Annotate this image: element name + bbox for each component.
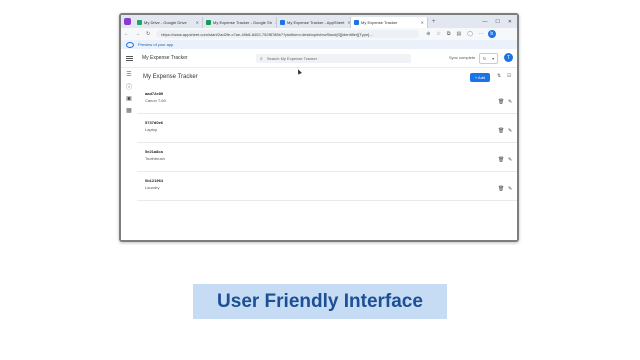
favorite-icon[interactable]: ☆ [436,31,440,37]
tab-label: My Expense Tracker [361,19,398,25]
tab-google-sheets[interactable]: My Expense Tracker - Google Sh ✕ [203,16,277,28]
zoom-icon[interactable]: ⊕ [426,31,430,37]
new-tab-button[interactable]: + [428,19,440,25]
preview-banner-text: Preview of your app [138,42,174,47]
list-item[interactable]: 0b121964 Laundry 🗑 ✎ [137,172,517,201]
select-icon[interactable]: ☑ [507,73,511,79]
tab-label: My Expense Tracker - AppSheet [287,19,345,25]
feedback-icon[interactable]: ▣ [121,92,137,104]
caption-text: User Friendly Interface [217,290,423,312]
tab-label: My Drive - Google Drive [144,19,187,25]
list-item[interactable]: aad72e89 Canon T-60 🗑 ✎ [137,85,517,114]
forward-icon[interactable]: → [132,31,143,37]
appsheet-icon [280,19,285,25]
tab-appsheet-editor[interactable]: My Expense Tracker - AppSheet ✕ [277,16,351,28]
chevron-down-icon: ▾ [492,56,495,61]
record-description: Laptop [145,127,158,132]
google-sheets-icon [206,19,211,25]
avatar[interactable]: T [504,53,513,62]
list-view-icon[interactable]: ☰ [121,68,137,80]
delete-icon[interactable]: 🗑 [498,186,504,192]
search-input[interactable]: ⌕ Search My Expense Tracker [256,54,411,63]
close-icon[interactable]: ✕ [344,20,350,25]
record-description: Laundry [145,185,160,190]
record-description: Canon T-60 [145,98,166,103]
info-icon[interactable]: ⓘ [121,80,137,92]
search-icon: ⌕ [260,55,263,62]
url-field[interactable]: https://www.appsheet.com/start/2ad2fe-c7… [156,30,420,38]
app-header: My Expense Tracker ⌕ Search My Expense T… [121,49,517,68]
record-id: 5e21a8ca [145,149,163,154]
tab-expense-tracker[interactable]: My Expense Tracker ✕ [351,16,428,28]
google-drive-icon [137,19,142,25]
record-id: 0b121964 [145,178,164,183]
profile-icon[interactable]: ◯ [467,31,473,37]
appsheet-icon [354,19,359,25]
tab-google-drive[interactable]: My Drive - Google Drive ✕ [134,16,203,28]
collections-icon[interactable]: ▤ [456,31,461,37]
eye-icon [126,41,134,48]
extensions-icon[interactable]: ⧉ [447,31,451,37]
edit-icon[interactable]: ✎ [508,128,512,134]
list-item[interactable]: 5737d0e6 Laptop 🗑 ✎ [137,114,517,143]
reload-icon[interactable]: ↻ [143,31,153,37]
menu-icon[interactable] [126,55,133,61]
browser-screen: My Drive - Google Drive ✕ My Expense Tra… [121,15,517,240]
preview-banner: Preview of your app [121,40,517,49]
close-window-icon[interactable]: ✕ [508,19,512,25]
record-description: Toothbrush [145,156,165,161]
close-icon[interactable]: ✕ [418,20,424,25]
sync-button[interactable]: ↻ ▾ [479,53,498,64]
search-placeholder: Search My Expense Tracker [266,56,318,61]
more-icon[interactable]: ⋯ [479,31,484,37]
caption-banner: User Friendly Interface [193,284,447,319]
window-controls: — ☐ ✕ [482,19,517,25]
main-view: My Expense Tracker + Add ⇅ ☑ aad72e89 Ca… [137,68,517,240]
browser-window: My Drive - Google Drive ✕ My Expense Tra… [119,13,519,242]
app-title: My Expense Tracker [142,55,188,61]
add-button[interactable]: + Add [470,73,490,82]
copilot-icon[interactable]: b [487,30,496,38]
edit-icon[interactable]: ✎ [508,99,512,105]
delete-icon[interactable]: 🗑 [498,128,504,134]
maximize-icon[interactable]: ☐ [495,19,499,25]
record-id: 5737d0e6 [145,120,164,125]
minimize-icon[interactable]: — [482,19,487,25]
tab-label: My Expense Tracker - Google Sh [213,19,272,25]
edit-icon[interactable]: ✎ [508,186,512,192]
list-item[interactable]: 5e21a8ca Toothbrush 🗑 ✎ [137,143,517,172]
delete-icon[interactable]: 🗑 [498,99,504,105]
close-icon[interactable]: ✕ [193,20,199,25]
back-icon[interactable]: ← [121,31,132,37]
sort-icon[interactable]: ⇅ [497,73,501,79]
tab-bar: My Drive - Google Drive ✕ My Expense Tra… [121,15,517,28]
sync-status: Sync complete [449,55,476,60]
grid-icon[interactable]: ▦ [121,104,137,116]
record-id: aad72e89 [145,91,164,96]
delete-icon[interactable]: 🗑 [498,157,504,163]
browser-toolbar-icons: ⊕ ☆ ⧉ ▤ ◯ ⋯ [426,31,484,37]
edit-icon[interactable]: ✎ [508,157,512,163]
view-title: My Expense Tracker [143,74,198,80]
refresh-icon: ↻ [482,56,487,61]
browser-profile-icon[interactable] [124,18,131,25]
record-list: aad72e89 Canon T-60 🗑 ✎ 5737d0e6 Laptop … [137,85,517,201]
app-sidebar: ☰ ⓘ ▣ ▦ [121,68,137,240]
